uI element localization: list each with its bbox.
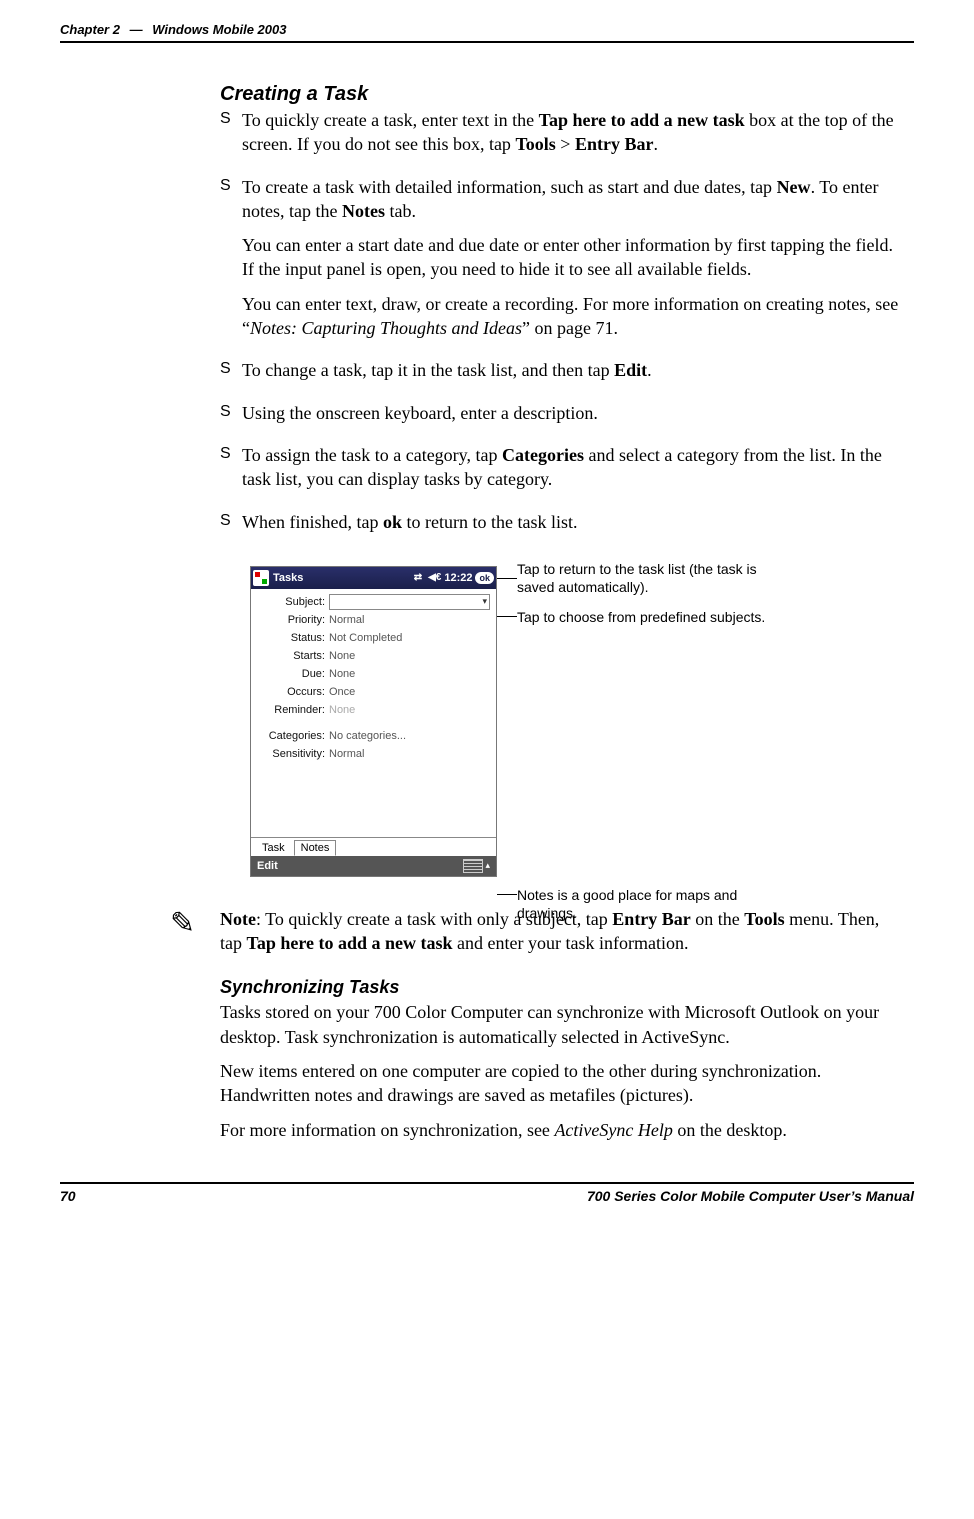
- label-categories: Categories:: [257, 730, 329, 742]
- header-rule: [60, 41, 914, 43]
- ok-button[interactable]: ok: [475, 572, 494, 584]
- list-item: S To assign the task to a category, tap …: [220, 443, 904, 502]
- xref-activesync-help: ActiveSync Help: [554, 1120, 672, 1140]
- pda-form: Subject: ▾ Priority: Normal Status: Not …: [251, 589, 496, 837]
- text: When finished, tap: [242, 512, 383, 532]
- manual-title: 700 Series Color Mobile Computer User’s …: [587, 1188, 914, 1204]
- term-categories: Categories: [502, 445, 584, 465]
- pda-menu-bar: Edit ▴: [251, 856, 496, 876]
- text: on the desktop.: [673, 1120, 787, 1140]
- term-edit: Edit: [614, 360, 647, 380]
- list-item: S To change a task, tap it in the task l…: [220, 358, 904, 392]
- running-header: Chapter 2 — Windows Mobile 2003: [60, 22, 914, 37]
- text: to return to the task list.: [402, 512, 577, 532]
- label-subject: Subject:: [257, 596, 329, 608]
- text: For more information on synchronization,…: [220, 1120, 554, 1140]
- keyboard-icon[interactable]: [463, 859, 483, 873]
- term-tap-add-task: Tap here to add a new task: [539, 110, 745, 130]
- text: >: [556, 134, 575, 154]
- bullet-list: S To quickly create a task, enter text i…: [220, 108, 904, 544]
- xref-notes-chapter: Notes: Capturing Thoughts and Ideas: [250, 318, 522, 338]
- subject-dropdown[interactable]: ▾: [329, 594, 490, 610]
- edit-menu[interactable]: Edit: [257, 860, 278, 872]
- label-starts: Starts:: [257, 650, 329, 662]
- tab-notes[interactable]: Notes: [294, 840, 337, 856]
- paragraph: Using the onscreen keyboard, enter a des…: [242, 401, 904, 425]
- value-status[interactable]: Not Completed: [329, 632, 490, 644]
- value-sensitivity[interactable]: Normal: [329, 748, 490, 760]
- chapter-title: Windows Mobile 2003: [152, 22, 286, 37]
- label-status: Status:: [257, 632, 329, 644]
- value-priority[interactable]: Normal: [329, 614, 490, 626]
- text: To assign the task to a category, tap: [242, 445, 502, 465]
- chapter-label: Chapter 2: [60, 22, 120, 37]
- sip-chevron-icon[interactable]: ▴: [485, 860, 490, 871]
- callout-subject: Tap to choose from predefined subjects.: [517, 608, 765, 626]
- heading-creating-task: Creating a Task: [220, 83, 904, 106]
- connectivity-icon[interactable]: ⇄: [414, 572, 422, 583]
- bullet-icon: S: [220, 175, 242, 351]
- tab-task[interactable]: Task: [255, 840, 292, 856]
- list-item: S Using the onscreen keyboard, enter a d…: [220, 401, 904, 435]
- figure-tasks-screenshot: Tasks ⇄ ◀€ 12:22 ok Subject: ▾ Priority:…: [220, 566, 904, 877]
- label-due: Due:: [257, 668, 329, 680]
- bullet-icon: S: [220, 108, 242, 167]
- text: To quickly create a task, enter text in …: [242, 110, 539, 130]
- label-sensitivity: Sensitivity:: [257, 748, 329, 760]
- label-occurs: Occurs:: [257, 686, 329, 698]
- value-due[interactable]: None: [329, 668, 490, 680]
- start-flag-icon[interactable]: [253, 570, 269, 586]
- text: .: [647, 360, 652, 380]
- page-footer: 70 700 Series Color Mobile Computer User…: [60, 1182, 914, 1204]
- term-new: New: [777, 177, 811, 197]
- bullet-icon: S: [220, 443, 242, 502]
- bullet-icon: S: [220, 401, 242, 435]
- text: ” on page 71.: [522, 318, 618, 338]
- value-reminder[interactable]: None: [329, 704, 490, 716]
- heading-sync-tasks: Synchronizing Tasks: [220, 977, 904, 998]
- term-tap-add-task: Tap here to add a new task: [247, 933, 453, 953]
- value-categories[interactable]: No categories...: [329, 730, 490, 742]
- value-occurs[interactable]: Once: [329, 686, 490, 698]
- pda-app-title: Tasks: [273, 572, 303, 584]
- text: and enter your task information.: [453, 933, 689, 953]
- pda-titlebar: Tasks ⇄ ◀€ 12:22 ok: [251, 567, 496, 589]
- list-item: S To create a task with detailed informa…: [220, 175, 904, 351]
- pda-bottom-tabs: Task Notes: [251, 837, 496, 856]
- volume-icon[interactable]: ◀€: [428, 572, 441, 583]
- text: To change a task, tap it in the task lis…: [242, 360, 614, 380]
- manual-page: Chapter 2 — Windows Mobile 2003 Creating…: [0, 0, 974, 1234]
- term-notes: Notes: [342, 201, 385, 221]
- list-item: S To quickly create a task, enter text i…: [220, 108, 904, 167]
- callout-ok: Tap to return to the task list (the task…: [517, 560, 777, 596]
- label-priority: Priority:: [257, 614, 329, 626]
- paragraph: You can enter a start date and due date …: [242, 233, 904, 282]
- text: tab.: [385, 201, 416, 221]
- paragraph: New items entered on one computer are co…: [220, 1059, 904, 1108]
- bullet-icon: S: [220, 358, 242, 392]
- label-reminder: Reminder:: [257, 704, 329, 716]
- text: To create a task with detailed informati…: [242, 177, 777, 197]
- list-item: S When finished, tap ok to return to the…: [220, 510, 904, 544]
- figure-callouts: Tap to return to the task list (the task…: [517, 566, 777, 877]
- callout-notes-tab: Notes is a good place for maps and drawi…: [517, 886, 777, 922]
- term-ok: ok: [383, 512, 402, 532]
- chevron-down-icon: ▾: [482, 596, 487, 607]
- pda-clock: 12:22: [444, 572, 472, 584]
- note-pencil-icon: ✎: [170, 907, 210, 966]
- bullet-icon: S: [220, 510, 242, 544]
- page-content: Creating a Task S To quickly create a ta…: [220, 83, 904, 1142]
- value-starts[interactable]: None: [329, 650, 490, 662]
- page-number: 70: [60, 1188, 76, 1204]
- note-label: Note: [220, 909, 256, 929]
- paragraph: Tasks stored on your 700 Color Computer …: [220, 1000, 904, 1049]
- term-entry-bar: Entry Bar: [575, 134, 654, 154]
- header-separator: —: [130, 22, 143, 37]
- pda-screenshot: Tasks ⇄ ◀€ 12:22 ok Subject: ▾ Priority:…: [250, 566, 497, 877]
- text: .: [653, 134, 658, 154]
- term-tools: Tools: [515, 134, 555, 154]
